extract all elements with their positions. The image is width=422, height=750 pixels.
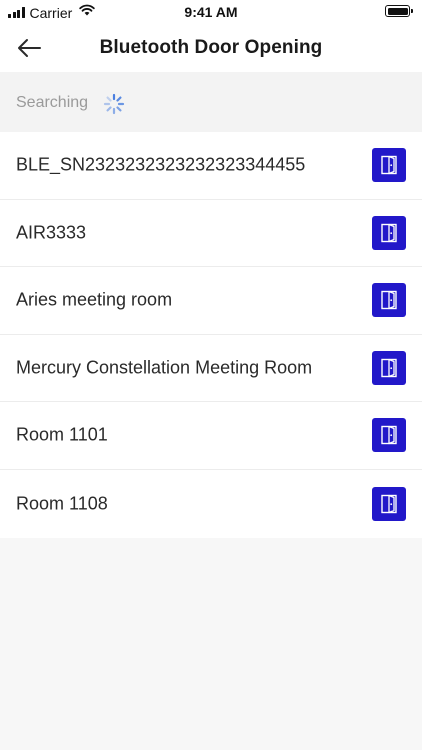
device-name: AIR3333 bbox=[16, 222, 87, 243]
status-bar: Carrier 9:41 AM bbox=[0, 0, 422, 24]
list-item[interactable]: Room 1101 bbox=[0, 402, 422, 470]
door-icon bbox=[381, 426, 397, 445]
list-item[interactable]: Mercury Constellation Meeting Room bbox=[0, 335, 422, 402]
list-item[interactable]: AIR3333 bbox=[0, 200, 422, 267]
door-icon bbox=[381, 156, 397, 175]
battery-icon bbox=[385, 5, 413, 17]
loading-spinner-icon bbox=[103, 93, 125, 115]
open-door-button[interactable] bbox=[372, 148, 406, 183]
device-name: Aries meeting room bbox=[16, 289, 173, 310]
open-door-button[interactable] bbox=[372, 215, 406, 250]
search-status-bar: Searching bbox=[0, 72, 422, 132]
list-item[interactable]: Aries meeting room bbox=[0, 267, 422, 335]
device-name: Mercury Constellation Meeting Room bbox=[16, 357, 313, 378]
door-icon bbox=[381, 223, 397, 242]
device-name: Room 1108 bbox=[16, 493, 108, 513]
device-name: Room 1101 bbox=[16, 424, 108, 445]
open-door-button[interactable] bbox=[372, 283, 406, 318]
door-icon bbox=[381, 358, 397, 377]
searching-label: Searching bbox=[16, 94, 89, 111]
list-item[interactable]: BLE_SN2323232323232323344455 bbox=[0, 132, 422, 200]
open-door-button[interactable] bbox=[372, 350, 406, 385]
open-door-button[interactable] bbox=[372, 418, 406, 453]
door-icon bbox=[381, 494, 397, 513]
door-icon bbox=[381, 291, 397, 310]
page-title: Bluetooth Door Opening bbox=[99, 37, 323, 58]
open-door-button[interactable] bbox=[372, 486, 406, 521]
device-name: BLE_SN2323232323232323344455 bbox=[16, 154, 306, 175]
status-time: 9:41 AM bbox=[184, 4, 238, 20]
device-list: BLE_SN2323232323232323344455 AIR3333 Ari… bbox=[0, 132, 422, 538]
list-item[interactable]: Room 1108 bbox=[0, 470, 422, 538]
nav-bar: Bluetooth Door Opening bbox=[0, 24, 422, 72]
